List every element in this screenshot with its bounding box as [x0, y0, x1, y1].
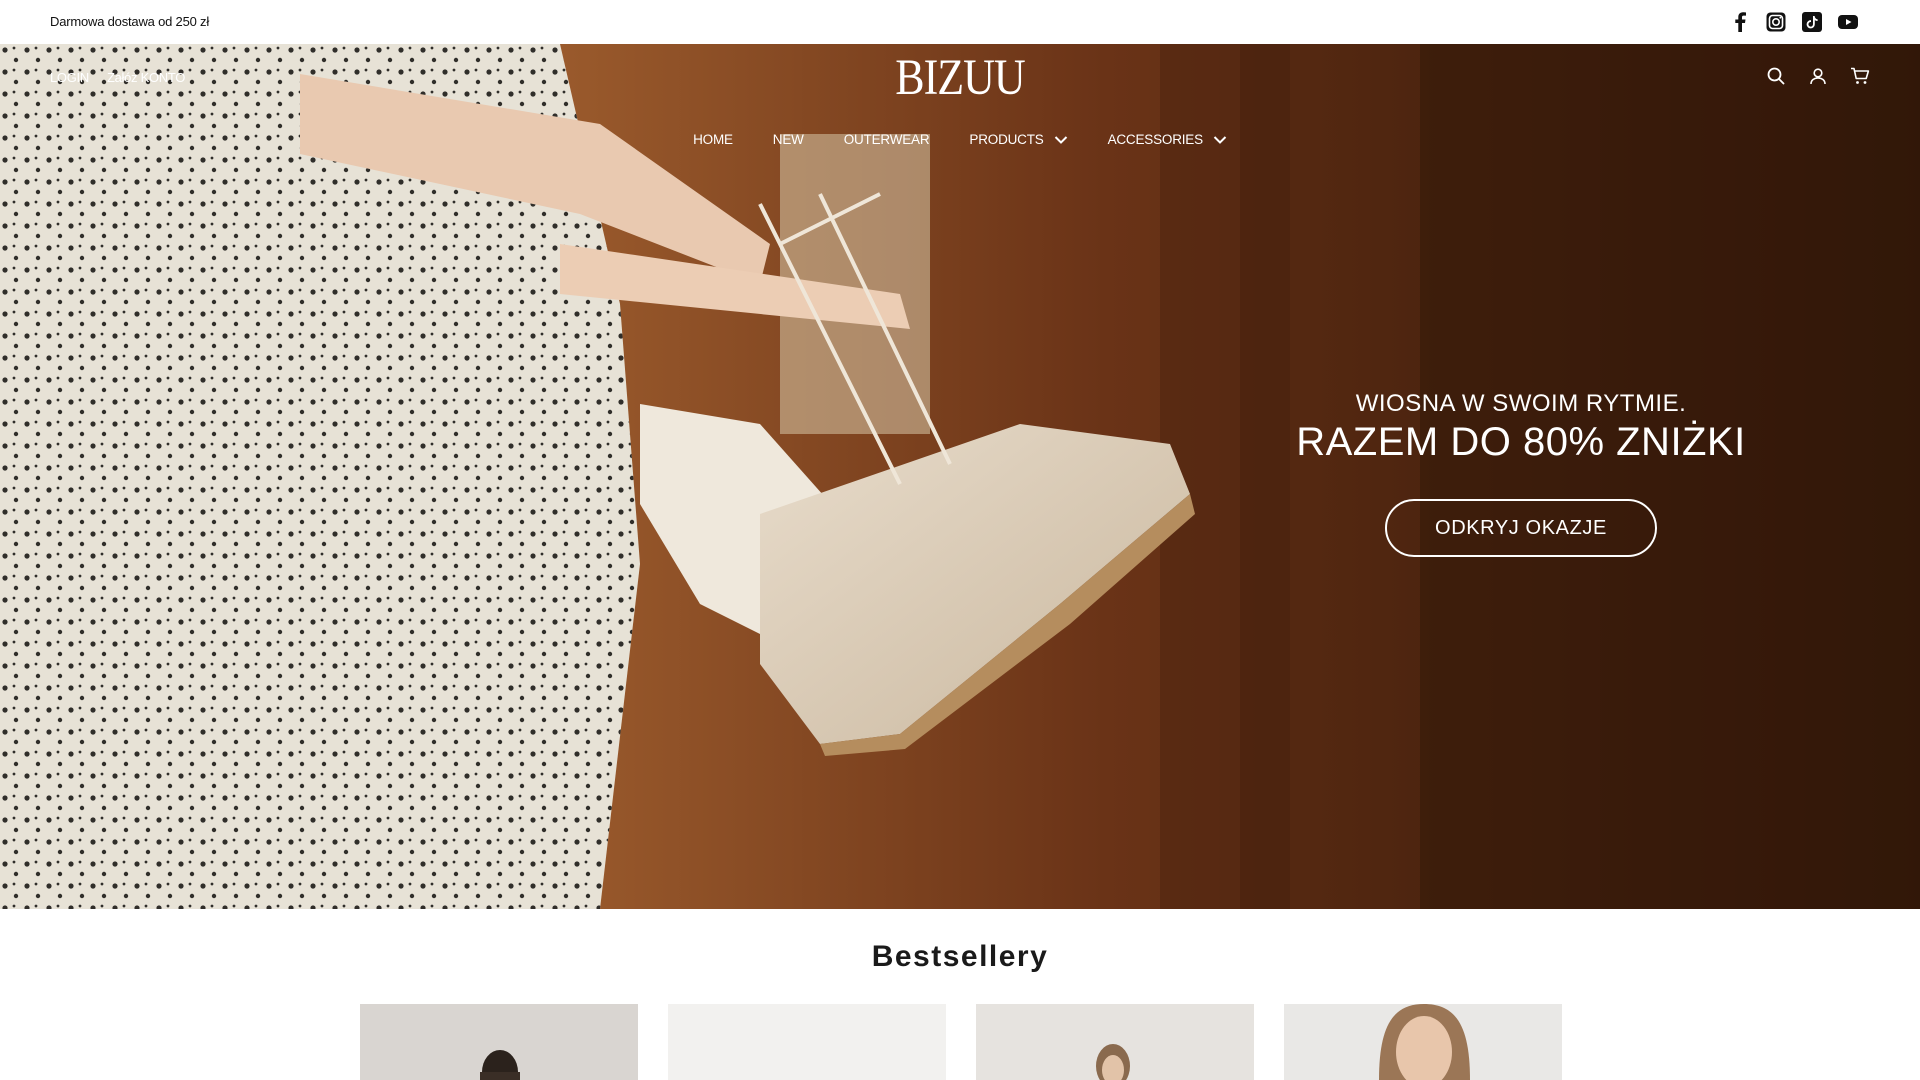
- store-logo[interactable]: BIZUU: [0, 48, 1920, 107]
- hero-subtitle: WIOSNA W SWOIM RYTMIE.: [1355, 390, 1687, 417]
- social-links: [1730, 12, 1858, 32]
- nav-outerwear[interactable]: OUTERWEAR: [844, 132, 930, 147]
- product-card[interactable]: [1284, 1004, 1562, 1080]
- facebook-icon[interactable]: [1730, 12, 1750, 32]
- header-actions: [1766, 66, 1870, 86]
- nav-accessories[interactable]: ACCESSORIES: [1108, 132, 1227, 147]
- nav-new[interactable]: NEW: [773, 132, 804, 147]
- search-icon[interactable]: [1766, 66, 1786, 86]
- free-shipping-text: Darmowa dostawa od 250 zł: [50, 14, 210, 29]
- main-navigation: HOME NEW OUTERWEAR PRODUCTS ACCESSORIES: [0, 132, 1920, 147]
- instagram-icon[interactable]: [1766, 12, 1786, 32]
- product-image: [1379, 1004, 1470, 1080]
- hero-headline: RAZEM DO 80% ZNIŻKI: [1296, 420, 1746, 464]
- nav-label: NEW: [772, 132, 804, 147]
- product-image: [480, 1050, 520, 1080]
- product-card[interactable]: [360, 1004, 638, 1080]
- bestsellers-grid: [360, 1004, 1562, 1080]
- tiktok-icon[interactable]: [1802, 12, 1822, 32]
- chevron-down-icon: [1054, 135, 1067, 144]
- product-card[interactable]: [668, 1004, 946, 1080]
- nav-label: OUTERWEAR: [843, 132, 930, 147]
- youtube-icon[interactable]: [1838, 12, 1858, 32]
- product-card[interactable]: [976, 1004, 1254, 1080]
- bestsellers-title: Bestsellery: [871, 940, 1049, 973]
- hero-banner[interactable]: LOGIN Załóż KONTO BIZUU HOME NEW OUTERWE…: [0, 44, 1920, 909]
- cart-icon[interactable]: [1850, 66, 1870, 86]
- nav-label: PRODUCTS: [969, 132, 1044, 147]
- product-image: [668, 1004, 946, 1080]
- discover-deals-button[interactable]: ODKRYJ OKAZJE: [1385, 499, 1657, 557]
- chevron-down-icon: [1213, 135, 1227, 144]
- nav-products[interactable]: PRODUCTS: [969, 132, 1067, 147]
- user-icon[interactable]: [1808, 66, 1828, 86]
- nav-home[interactable]: HOME: [693, 132, 733, 147]
- hero-promo: WIOSNA W SWOIM RYTMIE. RAZEM DO 80% ZNIŻ…: [1286, 390, 1756, 557]
- nav-label: ACCESSORIES: [1107, 132, 1204, 147]
- nav-label: HOME: [693, 132, 733, 147]
- announcement-bar: Darmowa dostawa od 250 zł: [0, 0, 1920, 44]
- product-image: [1096, 1044, 1130, 1080]
